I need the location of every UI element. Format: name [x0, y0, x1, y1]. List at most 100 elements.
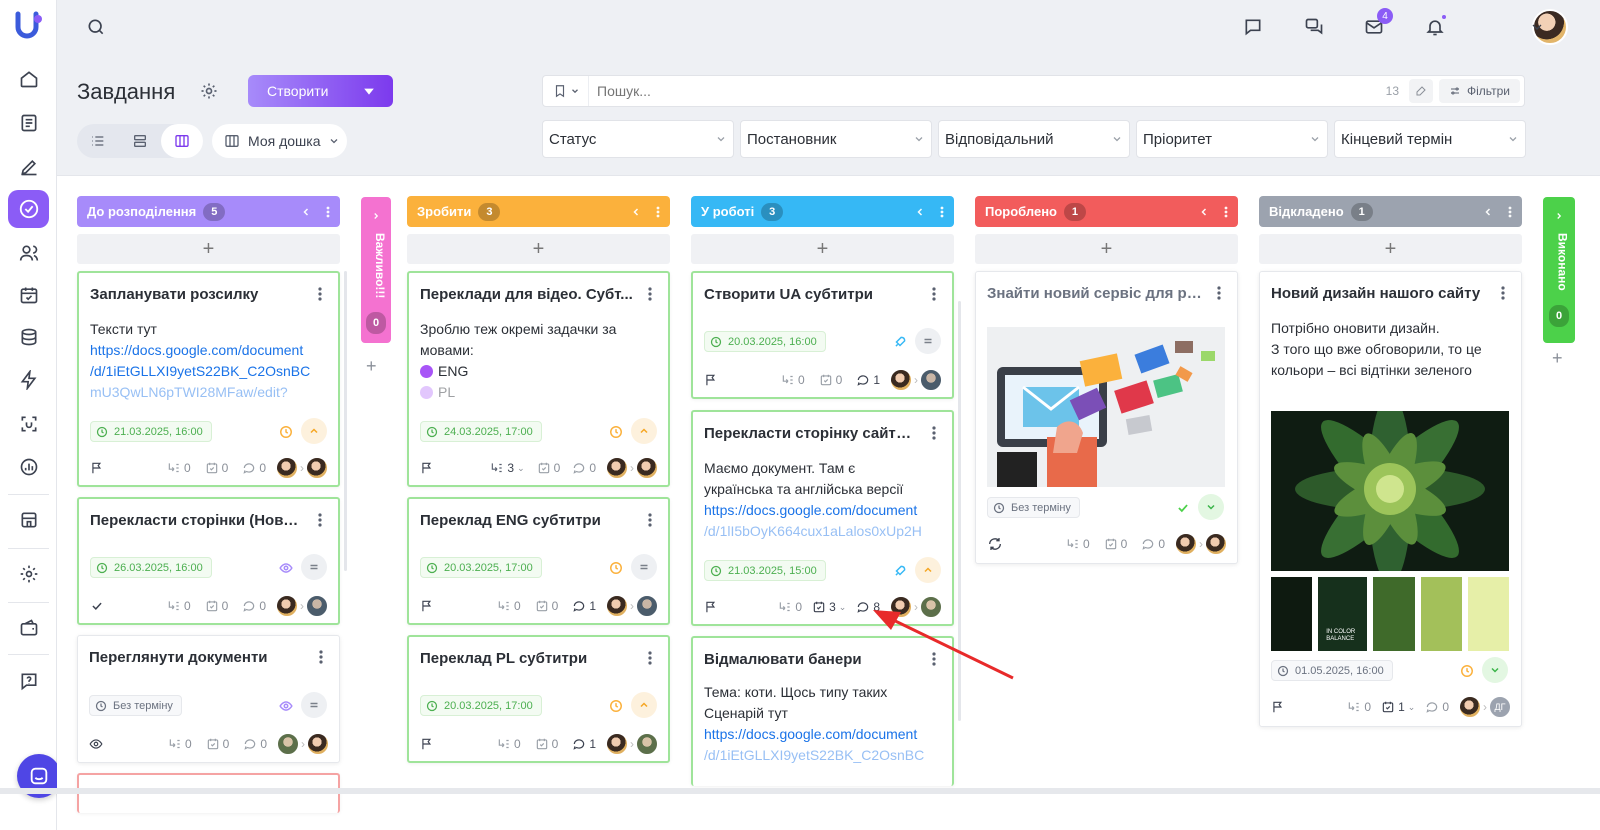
nav-store[interactable] — [8, 501, 49, 539]
priority-high-icon[interactable] — [301, 418, 327, 444]
author-avatar[interactable] — [276, 457, 298, 479]
description-link[interactable]: /d/1iEtGLLXI9yetS22BK_C2OsnBC — [704, 745, 944, 766]
comments-count[interactable]: 0 — [242, 599, 266, 613]
task-card[interactable]: Переклади для відео. Субт... Зроблю теж … — [407, 271, 670, 487]
task-card[interactable]: Знайти новий сервіс для ро... Без термін… — [975, 271, 1238, 564]
author-avatar[interactable] — [606, 595, 628, 617]
task-cover-image[interactable]: IN COLOR BALANCE — [1271, 411, 1509, 651]
page-settings-button[interactable] — [199, 81, 219, 101]
task-menu-icon[interactable] — [648, 287, 652, 301]
task-menu-icon[interactable] — [648, 513, 652, 527]
priority-high-icon[interactable] — [631, 692, 657, 718]
add-task-button[interactable]: + — [1259, 234, 1522, 264]
task-card[interactable]: Переклад ENG субтитри 20.03.2025, 17:00 … — [407, 497, 670, 625]
add-task-button[interactable]: + — [77, 234, 340, 264]
mail-button[interactable]: 4 — [1359, 8, 1393, 42]
clear-search-button[interactable] — [1409, 79, 1434, 103]
comments-count[interactable]: 1 — [572, 599, 596, 613]
filter-status[interactable]: Статус — [542, 120, 734, 158]
comments-count[interactable]: 1 — [856, 373, 880, 387]
task-card[interactable]: Запланувати розсилку Тексти тут https://d… — [77, 271, 340, 487]
deadline-badge[interactable]: Без терміну — [987, 497, 1080, 518]
add-task-button[interactable]: + — [407, 234, 670, 264]
discussions-button[interactable] — [1299, 12, 1329, 42]
assignee-avatar[interactable] — [636, 733, 658, 755]
task-card[interactable]: Новий дизайн нашого сайту Потрібно онови… — [1259, 271, 1522, 727]
task-card[interactable]: Перекласти сторінку сайту ... Маємо доку… — [691, 410, 954, 626]
column-menu-icon[interactable] — [1508, 206, 1512, 218]
description-link[interactable]: mU3QwLN6pTWI28MFaw/edit? — [90, 382, 330, 403]
deadline-badge[interactable]: 21.03.2025, 16:00 — [90, 421, 212, 442]
deadline-badge[interactable]: 20.03.2025, 16:00 — [704, 331, 826, 352]
assignee-avatar[interactable] — [307, 733, 329, 755]
task-card[interactable]: Переклад PL субтитри 20.03.2025, 17:00 0… — [407, 635, 670, 763]
subtasks-count[interactable]: 0 — [167, 461, 191, 475]
assignee-avatar[interactable] — [920, 369, 942, 391]
check-icon[interactable] — [90, 599, 104, 613]
subtasks-count[interactable]: 3 ⌄ — [490, 461, 525, 475]
checklist-count[interactable]: 3 ⌄ — [812, 600, 846, 614]
bookmark-dropdown[interactable] — [543, 76, 589, 106]
description-link[interactable]: https://docs.google.com/document — [704, 724, 944, 745]
flag-icon[interactable] — [420, 737, 434, 751]
author-avatar[interactable] — [277, 733, 299, 755]
author-avatar[interactable] — [1459, 696, 1481, 718]
description-link[interactable]: https://docs.google.com/document — [90, 340, 330, 361]
author-avatar[interactable] — [890, 369, 912, 391]
priority-high-icon[interactable] — [631, 418, 657, 444]
author-avatar[interactable] — [606, 457, 628, 479]
compact-view-button[interactable] — [119, 124, 161, 158]
create-task-button[interactable]: Створити — [248, 75, 393, 107]
column-scrollbar[interactable] — [344, 271, 347, 571]
nav-database[interactable] — [8, 318, 49, 356]
task-menu-icon[interactable] — [319, 650, 323, 664]
deadline-badge[interactable]: 01.05.2025, 16:00 — [1271, 660, 1393, 681]
checklist-count[interactable]: 0 — [535, 737, 558, 751]
comments-count[interactable]: 0 — [572, 461, 596, 475]
comments-count[interactable]: 1 — [572, 737, 596, 751]
add-task-button[interactable]: + — [691, 234, 954, 264]
eye-icon[interactable] — [89, 737, 103, 751]
checklist-count[interactable]: 0 — [205, 599, 228, 613]
description-link[interactable]: https://docs.google.com/document — [704, 500, 944, 521]
tag-eng[interactable]: ENG — [420, 361, 660, 382]
horizontal-scrollbar[interactable] — [0, 788, 1600, 794]
timer-icon[interactable] — [273, 419, 299, 445]
eye-icon[interactable] — [273, 555, 299, 581]
description-link[interactable]: /d/1lI5bOyK664cux1aLalos0xUp2H — [704, 521, 944, 542]
subtasks-count[interactable]: 0 — [168, 737, 192, 751]
task-menu-icon[interactable] — [1217, 286, 1221, 300]
subtasks-count[interactable]: 0 — [1066, 537, 1090, 551]
collapse-icon[interactable] — [630, 206, 642, 218]
nav-projects[interactable] — [8, 148, 49, 186]
task-cover-image[interactable] — [987, 327, 1225, 487]
kanban-view-button[interactable] — [161, 124, 203, 158]
user-menu-toggle[interactable] — [1522, 12, 1552, 42]
assignee-avatar[interactable] — [1205, 533, 1227, 555]
check-icon[interactable] — [1170, 495, 1196, 521]
flag-icon[interactable] — [704, 373, 718, 387]
column-menu-icon[interactable] — [940, 206, 944, 218]
assignee-avatar[interactable] — [306, 457, 328, 479]
checklist-count[interactable]: 0 — [819, 373, 842, 387]
board-selector[interactable]: Моя дошка — [212, 124, 347, 158]
task-menu-icon[interactable] — [1501, 286, 1505, 300]
add-column-button[interactable]: + — [366, 356, 377, 377]
filter-priority[interactable]: Пріоритет — [1136, 120, 1328, 158]
column-menu-icon[interactable] — [326, 206, 330, 218]
eye-icon[interactable] — [273, 693, 299, 719]
list-view-button[interactable] — [77, 124, 119, 158]
collapse-icon[interactable] — [1482, 206, 1494, 218]
checklist-count[interactable]: 0 — [206, 737, 229, 751]
subtasks-count[interactable]: 0 — [497, 599, 521, 613]
author-avatar[interactable] — [276, 595, 298, 617]
add-column-button[interactable]: + — [1552, 348, 1563, 369]
rocket-icon[interactable] — [887, 329, 913, 355]
column-menu-icon[interactable] — [1224, 206, 1228, 218]
task-menu-icon[interactable] — [318, 513, 322, 527]
search-input[interactable] — [589, 83, 1386, 99]
flag-icon[interactable] — [420, 461, 434, 475]
nav-tasks[interactable] — [8, 190, 49, 228]
task-card[interactable]: Перекласти сторінки (Нове ... 26.03.2025… — [77, 497, 340, 625]
priority-high-icon[interactable] — [915, 557, 941, 583]
